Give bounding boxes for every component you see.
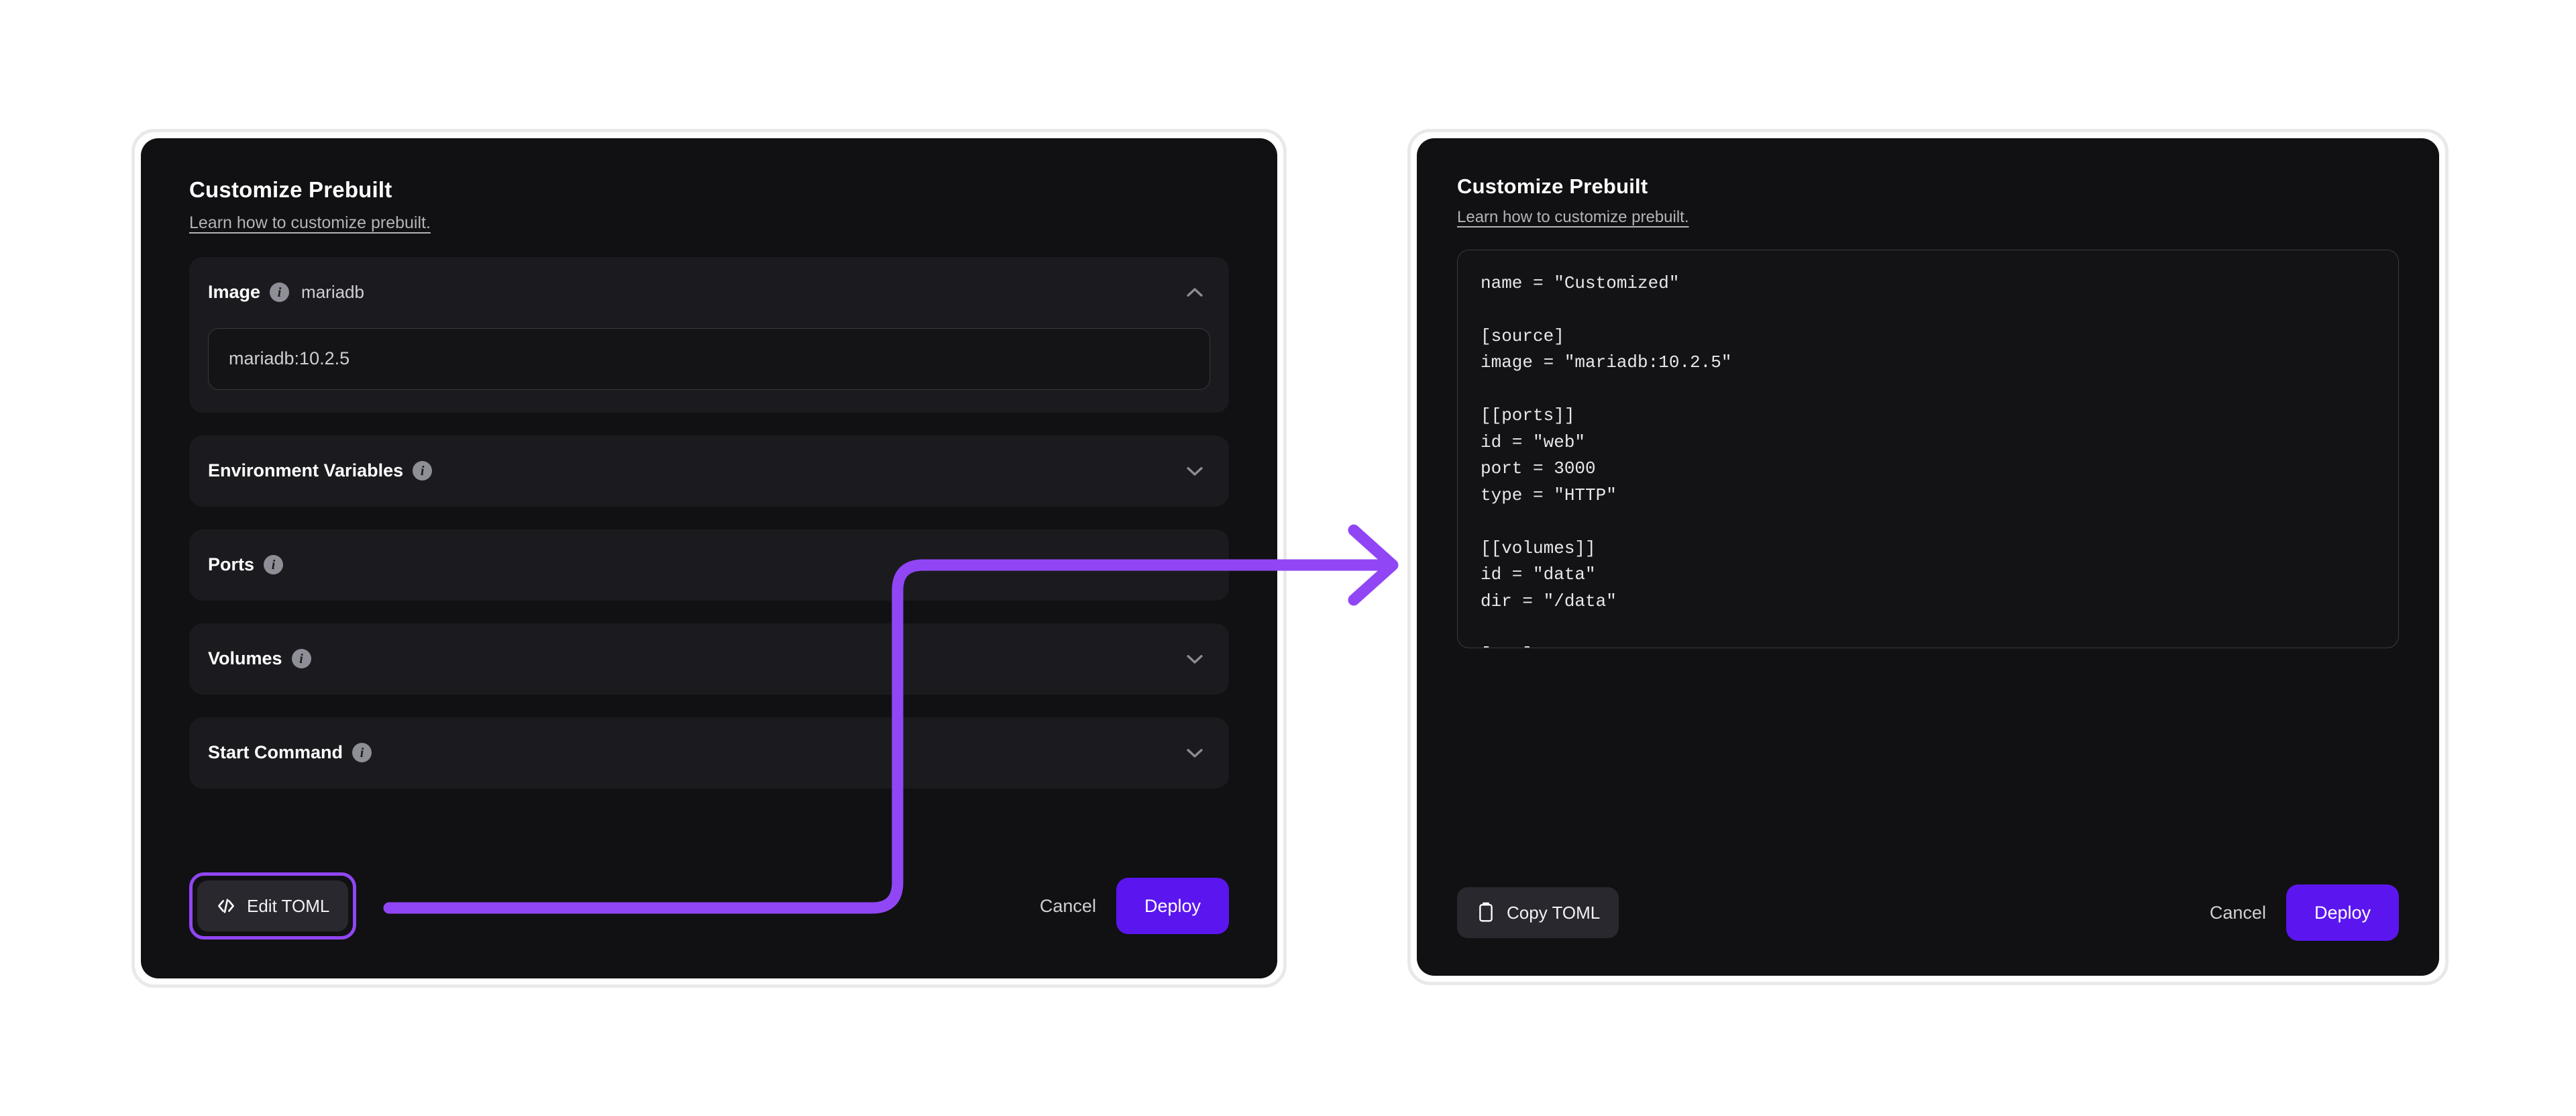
learn-how-link[interactable]: Learn how to customize prebuilt. [1457,208,1689,227]
chevron-down-icon[interactable] [1183,554,1206,576]
section-start-command-header[interactable]: Start Command i [189,717,1229,789]
info-icon[interactable]: i [413,461,433,481]
section-volumes[interactable]: Volumes i [189,623,1229,695]
right-panel-footer: Copy TOML Cancel Deploy [1417,884,2439,976]
customize-prebuilt-toml-panel: Customize Prebuilt Learn how to customiz… [1407,129,2449,985]
right-panel-header: Customize Prebuilt Learn how to customiz… [1417,138,2439,227]
info-icon[interactable]: i [264,555,284,575]
right-panel-card: Customize Prebuilt Learn how to customiz… [1417,138,2439,976]
deploy-button[interactable]: Deploy [1116,878,1229,934]
copy-toml-button[interactable]: Copy TOML [1457,887,1619,938]
left-panel-card: Customize Prebuilt Learn how to customiz… [141,138,1277,978]
chevron-down-icon[interactable] [1183,648,1206,670]
info-icon[interactable]: i [291,649,311,669]
section-start-command-label: Start Command [208,742,343,763]
edit-toml-button[interactable]: Edit TOML [197,880,349,931]
section-image-header[interactable]: Image i mariadb [189,257,1229,328]
section-environment-variables[interactable]: Environment Variables i [189,435,1229,507]
info-icon[interactable]: i [270,283,290,303]
section-image[interactable]: Image i mariadb [189,256,1229,413]
cancel-button[interactable]: Cancel [2190,903,2286,923]
edit-toml-highlight-ring: Edit TOML [189,872,357,940]
section-volumes-header[interactable]: Volumes i [189,623,1229,695]
edit-toml-label: Edit TOML [247,895,330,916]
section-ports-label: Ports [208,554,255,575]
section-image-label: Image [208,282,261,303]
info-icon[interactable]: i [352,743,372,763]
page-title: Customize Prebuilt [189,177,392,202]
page-title: Customize Prebuilt [1457,174,1648,198]
section-ports[interactable]: Ports i [189,529,1229,601]
section-accordion-list: Image i mariadb Environment Variables i [189,256,1229,811]
section-environment-variables-header[interactable]: Environment Variables i [189,436,1229,507]
chevron-down-icon[interactable] [1183,460,1206,483]
section-start-command[interactable]: Start Command i [189,717,1229,789]
section-environment-variables-label: Environment Variables [208,460,404,481]
toml-code-text: name = "Customized" [source] image = "ma… [1481,272,1732,648]
chevron-up-icon[interactable] [1183,281,1206,304]
copy-toml-label: Copy TOML [1507,902,1601,923]
screenshot-stage: Customize Prebuilt Learn how to customiz… [0,0,2576,1116]
code-brackets-icon [218,899,234,913]
section-image-body [189,327,1229,390]
left-panel-footer: Edit TOML Cancel Deploy [141,872,1277,978]
customize-prebuilt-form-panel: Customize Prebuilt Learn how to customiz… [131,129,1287,988]
section-volumes-label: Volumes [208,648,282,669]
toml-code-block[interactable]: name = "Customized" [source] image = "ma… [1457,249,2399,648]
cancel-button[interactable]: Cancel [1020,896,1116,917]
left-panel-header: Customize Prebuilt Learn how to customiz… [141,138,1277,233]
learn-how-link[interactable]: Learn how to customize prebuilt. [189,213,431,233]
section-image-value: mariadb [301,282,364,303]
clipboard-icon [1479,902,1493,922]
section-ports-header[interactable]: Ports i [189,529,1229,601]
image-input[interactable] [208,327,1210,390]
deploy-button[interactable]: Deploy [2286,884,2399,941]
chevron-down-icon[interactable] [1183,742,1206,764]
